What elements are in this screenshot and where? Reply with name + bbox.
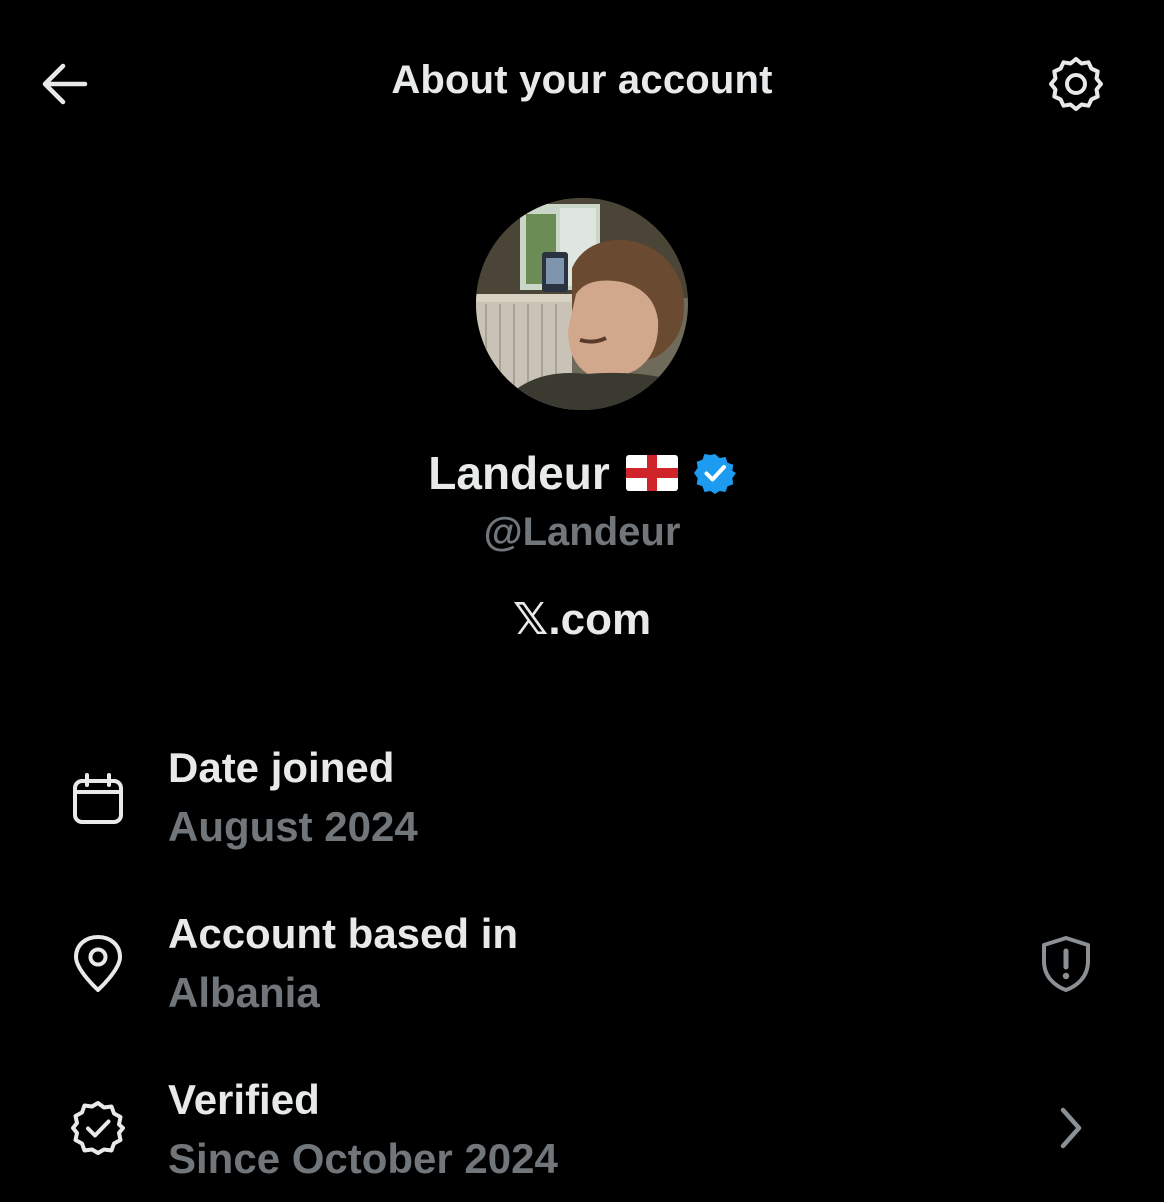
gear-icon	[1049, 57, 1103, 111]
top-bar: About your account	[0, 0, 1164, 170]
row-verified[interactable]: Verified Since October 2024	[0, 1072, 1164, 1202]
x-logo-icon: 𝕏	[512, 595, 549, 644]
chevron-right-icon[interactable]	[1040, 1098, 1100, 1158]
verified-badge-icon[interactable]	[693, 452, 736, 494]
location-pin-icon	[68, 934, 128, 994]
account-based-in-label: Account based in	[168, 910, 519, 957]
verified-value: Since October 2024	[168, 1135, 558, 1182]
avatar-photo	[476, 198, 688, 410]
verified-label: Verified	[168, 1076, 320, 1123]
profile-avatar[interactable]	[476, 198, 688, 410]
site-link[interactable]: 𝕏.com	[0, 594, 1164, 645]
verified-badge-outline-icon	[68, 1098, 128, 1158]
settings-button[interactable]	[1046, 54, 1106, 114]
name-row: Landeur	[0, 446, 1164, 500]
shield-alert-icon[interactable]	[1036, 934, 1096, 994]
account-based-in-value: Albania	[168, 969, 320, 1016]
row-account-based-in: Account based in Albania	[0, 906, 1164, 1036]
display-name: Landeur	[428, 447, 610, 499]
site-suffix: .com	[548, 595, 652, 644]
calendar-icon	[68, 770, 128, 830]
date-joined-label: Date joined	[168, 744, 395, 791]
page-title: About your account	[391, 58, 773, 102]
row-date-joined: Date joined August 2024	[0, 740, 1164, 870]
profile-handle: @Landeur	[483, 510, 681, 554]
england-flag-icon	[625, 455, 678, 491]
date-joined-value: August 2024	[168, 803, 418, 850]
